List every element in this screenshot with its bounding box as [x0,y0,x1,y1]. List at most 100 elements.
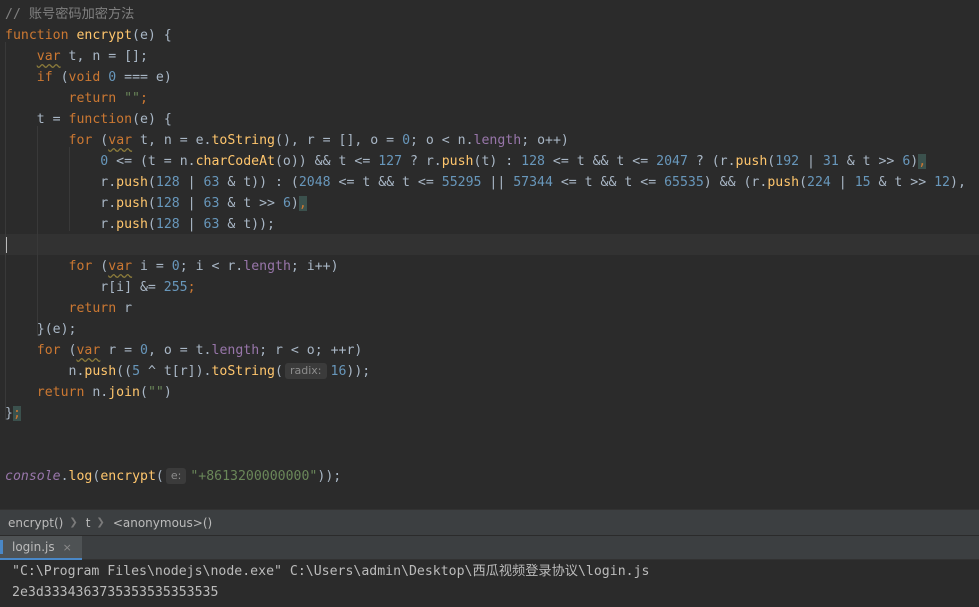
code-line[interactable]: for (var i = 0; i < r.length; i++) [5,256,339,277]
code-token: length [243,259,291,274]
code-token: (( [116,364,133,379]
code-line[interactable]: n.push((5 ^ t[r]).toString(radix: 16)); [5,361,370,382]
code-token: 16 [330,364,347,379]
code-editor[interactable]: // 账号密码加密方法 function encrypt(e) { var t, … [0,0,979,509]
code-line[interactable]: for (var t, n = e.toString(), r = [], o … [5,130,569,151]
code-line[interactable]: }(e); [5,319,77,340]
code-token: ; [187,280,196,295]
code-token: "" [147,385,164,400]
code-token: ; [12,406,21,421]
code-token: ; [140,91,148,106]
code-token: ( [140,385,148,400]
code-token: 12 [934,175,950,190]
code-token: ( [147,175,156,190]
code-token: void [68,70,109,85]
code-line[interactable]: return r [5,298,133,319]
close-icon[interactable]: × [63,541,72,554]
code-line[interactable]: r.push(128 | 63 & t >> 6), [5,193,307,214]
current-line-highlight [0,234,979,255]
code-token: )); [346,364,371,379]
code-token: 0 [402,133,411,148]
code-token: 128 [155,175,180,190]
code-token: n. [5,364,85,379]
code-token: ; i < r. [179,259,244,274]
code-line[interactable]: 0 <= (t = n.charCodeAt(o)) && t <= 127 ?… [5,151,927,172]
code-token: 31 [822,154,839,169]
code-token: 2048 [298,175,331,190]
code-token: r[i] &= [5,280,164,295]
code-token: ; i++) [290,259,339,274]
code-token: 15 [854,175,871,190]
code-token: ? r. [402,154,442,169]
code-line[interactable]: r[i] &= 255; [5,277,196,298]
code-token: toString [211,133,276,148]
code-token: return [68,301,125,316]
code-token: return [68,91,125,106]
code-token: n. [92,385,109,400]
code-token: ; o++) [521,133,569,148]
code-line[interactable]: r.push(128 | 63 & t)) : (2048 <= t && t … [5,172,966,193]
code-token: | [179,175,204,190]
code-token: join [108,385,140,400]
code-token: push [116,175,148,190]
code-token: ( [147,217,156,232]
code-token: )); [317,469,342,484]
code-token: var [108,133,133,148]
console-result-line: 2e3d3334363735353535353535 [12,585,219,600]
code-token: <= t && t <= [330,175,442,190]
breadcrumb-item-anonymous[interactable]: <anonymous>() [113,516,212,530]
code-token: encrypt [76,28,133,43]
code-token: ? (r. [687,154,736,169]
code-line[interactable]: if (void 0 === e) [5,67,172,88]
parameter-hint: e: [165,468,187,484]
run-tab-login-js[interactable]: login.js × [0,536,82,560]
code-line[interactable]: // 账号密码加密方法 [5,4,134,25]
code-token: 0 [171,259,180,274]
code-token: return [36,385,93,400]
code-line[interactable]: t = function(e) { [5,109,172,130]
code-token: . [60,469,69,484]
console-output[interactable]: "C:\Program Files\nodejs\node.exe" C:\Us… [0,560,979,607]
code-token: toString [211,364,276,379]
code-line[interactable]: r.push(128 | 63 & t)); [5,214,275,235]
code-line[interactable]: var t, n = []; [5,46,148,67]
run-tab-label: login.js [12,540,55,554]
code-line[interactable]: console.log(encrypt(e: "+8613200000000"))… [5,466,341,487]
code-line[interactable]: for (var r = 0, o = t.length; r < o; ++r… [5,340,363,361]
code-line[interactable]: }; [5,403,21,424]
code-token: // 账号密码加密方法 [5,7,135,22]
code-token: ^ t[r]). [140,364,212,379]
code-token: t, n = []; [60,49,148,64]
code-token: === e) [116,70,172,85]
code-token: log [68,469,93,484]
code-line[interactable]: function encrypt(e) { [5,25,172,46]
breadcrumb-item-t[interactable]: t [86,516,91,530]
code-token: function [5,28,77,43]
code-token: for [68,259,101,274]
code-token: for [68,133,101,148]
code-token: 0 [108,70,117,85]
code-token: ( [799,175,808,190]
code-token: | [179,217,204,232]
breadcrumb: encrypt() ❯ t ❯ <anonymous>() [0,509,979,535]
code-token: 127 [378,154,403,169]
breadcrumb-item-encrypt[interactable]: encrypt() [8,516,63,530]
code-token: push [84,364,117,379]
code-token: "" [124,91,140,106]
parameter-hint: radix: [284,363,327,379]
code-token: & t >> [219,196,283,211]
code-token: i = [132,259,172,274]
code-token: r. [5,175,117,190]
code-token: ( [155,469,164,484]
code-token: t, n = e. [132,133,212,148]
code-token: (e) { [132,28,172,43]
code-token: 63 [203,175,220,190]
code-token: length [211,343,260,358]
code-line[interactable]: return ""; [5,88,148,109]
code-line[interactable]: return n.join("") [5,382,172,403]
